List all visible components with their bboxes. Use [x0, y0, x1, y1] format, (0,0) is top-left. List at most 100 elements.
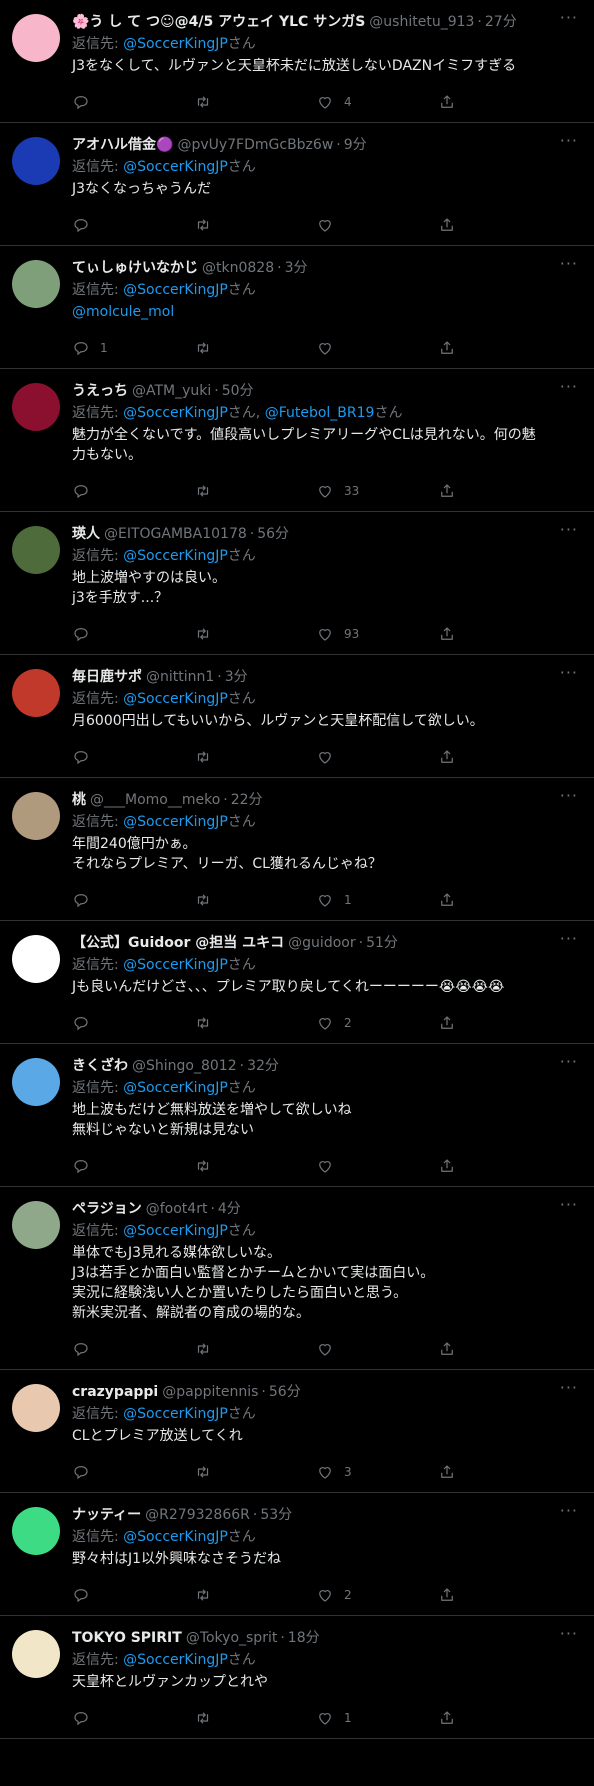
avatar[interactable] — [12, 1058, 60, 1106]
mention-link[interactable]: @SoccerKingJP — [123, 1223, 228, 1239]
user-handle[interactable]: @Shingo_8012 — [132, 1056, 237, 1076]
mention-link[interactable]: @SoccerKingJP — [123, 36, 228, 52]
user-handle[interactable]: @Tokyo_sprit — [186, 1628, 278, 1648]
display-name[interactable]: crazypappi — [72, 1382, 158, 1402]
retweet-button[interactable] — [194, 1014, 254, 1032]
user-handle[interactable]: @ushitetu_913 — [369, 12, 474, 32]
more-options-icon[interactable]: ··· — [560, 256, 578, 272]
more-options-icon[interactable]: ··· — [560, 1054, 578, 1070]
retweet-button[interactable] — [194, 216, 254, 234]
like-button[interactable]: 2 — [316, 1586, 376, 1604]
retweet-button[interactable] — [194, 1586, 254, 1604]
tweet[interactable]: アオハル借金🟣 @pvUy7FDmGcBbz6w · 9分 ··· 返信先: @Socce… — [0, 123, 594, 246]
user-handle[interactable]: @foot4rt — [146, 1199, 208, 1219]
user-handle[interactable]: @nittinn1 — [146, 667, 214, 687]
avatar[interactable] — [12, 1630, 60, 1678]
user-handle[interactable]: @___Momo__meko — [90, 790, 220, 810]
avatar[interactable] — [12, 792, 60, 840]
like-button[interactable]: 1 — [316, 891, 376, 909]
timestamp[interactable]: 53分 — [260, 1505, 292, 1525]
more-options-icon[interactable]: ··· — [560, 788, 578, 804]
like-button[interactable] — [316, 1340, 376, 1358]
timestamp[interactable]: 56分 — [257, 524, 289, 544]
timestamp[interactable]: 9分 — [344, 135, 367, 155]
reply-button[interactable] — [72, 1340, 132, 1358]
share-button[interactable] — [438, 891, 498, 909]
retweet-button[interactable] — [194, 1157, 254, 1175]
timestamp[interactable]: 4分 — [218, 1199, 241, 1219]
tweet[interactable]: crazypappi @pappitennis · 56分 ··· 返信先: @Socce… — [0, 1370, 594, 1493]
user-handle[interactable]: @pvUy7FDmGcBbz6w — [177, 135, 333, 155]
tweet[interactable]: ナッティー @R27932866R · 53分 ··· 返信先: @SoccerKingJ… — [0, 1493, 594, 1616]
like-button[interactable] — [316, 339, 376, 357]
timestamp[interactable]: 50分 — [222, 381, 254, 401]
share-button[interactable] — [438, 339, 498, 357]
like-button[interactable] — [316, 216, 376, 234]
reply-button[interactable] — [72, 1709, 132, 1727]
display-name[interactable]: アオハル借金🟣 — [72, 135, 173, 155]
avatar[interactable] — [12, 1201, 60, 1249]
display-name[interactable]: うえっち — [72, 381, 128, 401]
tweet[interactable]: うえっち @ATM_yuki · 50分 ··· 返信先: @SoccerKingJPさん… — [0, 369, 594, 512]
user-handle[interactable]: @pappitennis — [162, 1382, 258, 1402]
avatar[interactable] — [12, 137, 60, 185]
user-handle[interactable]: @ATM_yuki — [132, 381, 211, 401]
share-button[interactable] — [438, 1340, 498, 1358]
timestamp[interactable]: 56分 — [269, 1382, 301, 1402]
retweet-button[interactable] — [194, 482, 254, 500]
like-button[interactable]: 4 — [316, 93, 376, 111]
retweet-button[interactable] — [194, 93, 254, 111]
display-name[interactable]: てぃしゅけいなかじ — [72, 258, 198, 278]
tweet[interactable]: ペラジョン @foot4rt · 4分 ··· 返信先: @SoccerKingJPさん単… — [0, 1187, 594, 1370]
display-name[interactable]: ナッティー — [72, 1505, 141, 1525]
share-button[interactable] — [438, 625, 498, 643]
mention-link[interactable]: @SoccerKingJP — [123, 1652, 228, 1668]
timestamp[interactable]: 3分 — [225, 667, 248, 687]
share-button[interactable] — [438, 93, 498, 111]
retweet-button[interactable] — [194, 339, 254, 357]
tweet[interactable]: 【公式】Guidoor @担当 ユキコ @guidoor · 51分 ··· 返信先: @… — [0, 921, 594, 1044]
more-options-icon[interactable]: ··· — [560, 379, 578, 395]
reply-button[interactable] — [72, 1463, 132, 1481]
display-name[interactable]: 桃 — [72, 790, 86, 810]
reply-button[interactable]: 1 — [72, 339, 132, 357]
reply-button[interactable] — [72, 216, 132, 234]
mention-link[interactable]: @SoccerKingJP — [123, 1406, 228, 1422]
timestamp[interactable]: 22分 — [231, 790, 263, 810]
timestamp[interactable]: 3分 — [285, 258, 308, 278]
reply-button[interactable] — [72, 1014, 132, 1032]
mention-link[interactable]: @SoccerKingJP — [123, 548, 228, 564]
avatar[interactable] — [12, 1507, 60, 1555]
like-button[interactable]: 1 — [316, 1709, 376, 1727]
like-button[interactable] — [316, 748, 376, 766]
mention-link[interactable]: @SoccerKingJP — [123, 814, 228, 830]
tweet[interactable]: 🌸う し て つ☺@4/5 アウェイ YLC サンガS @ushitetu_913… — [0, 0, 594, 123]
share-button[interactable] — [438, 482, 498, 500]
retweet-button[interactable] — [194, 1709, 254, 1727]
share-button[interactable] — [438, 1157, 498, 1175]
like-button[interactable] — [316, 1157, 376, 1175]
tweet[interactable]: きくざわ @Shingo_8012 · 32分 ··· 返信先: @SoccerKingJ… — [0, 1044, 594, 1187]
mention-link[interactable]: @molcule_mol — [72, 302, 578, 322]
display-name[interactable]: 瑛人 — [72, 524, 100, 544]
retweet-button[interactable] — [194, 1340, 254, 1358]
tweet[interactable]: 毎日鹿サポ @nittinn1 · 3分 ··· 返信先: @SoccerKingJPさん… — [0, 655, 594, 778]
like-button[interactable]: 33 — [316, 482, 376, 500]
display-name[interactable]: 毎日鹿サポ — [72, 667, 142, 687]
avatar[interactable] — [12, 260, 60, 308]
reply-button[interactable] — [72, 93, 132, 111]
share-button[interactable] — [438, 1014, 498, 1032]
more-options-icon[interactable]: ··· — [560, 931, 578, 947]
share-button[interactable] — [438, 1586, 498, 1604]
like-button[interactable]: 93 — [316, 625, 376, 643]
mention-link[interactable]: @SoccerKingJP — [123, 405, 228, 421]
mention-link[interactable]: @Futebol_BR19 — [265, 405, 375, 421]
reply-button[interactable] — [72, 1586, 132, 1604]
reply-button[interactable] — [72, 891, 132, 909]
more-options-icon[interactable]: ··· — [560, 1626, 578, 1642]
display-name[interactable]: 【公式】Guidoor @担当 ユキコ — [72, 933, 284, 953]
avatar[interactable] — [12, 669, 60, 717]
more-options-icon[interactable]: ··· — [560, 10, 578, 26]
reply-button[interactable] — [72, 748, 132, 766]
share-button[interactable] — [438, 748, 498, 766]
